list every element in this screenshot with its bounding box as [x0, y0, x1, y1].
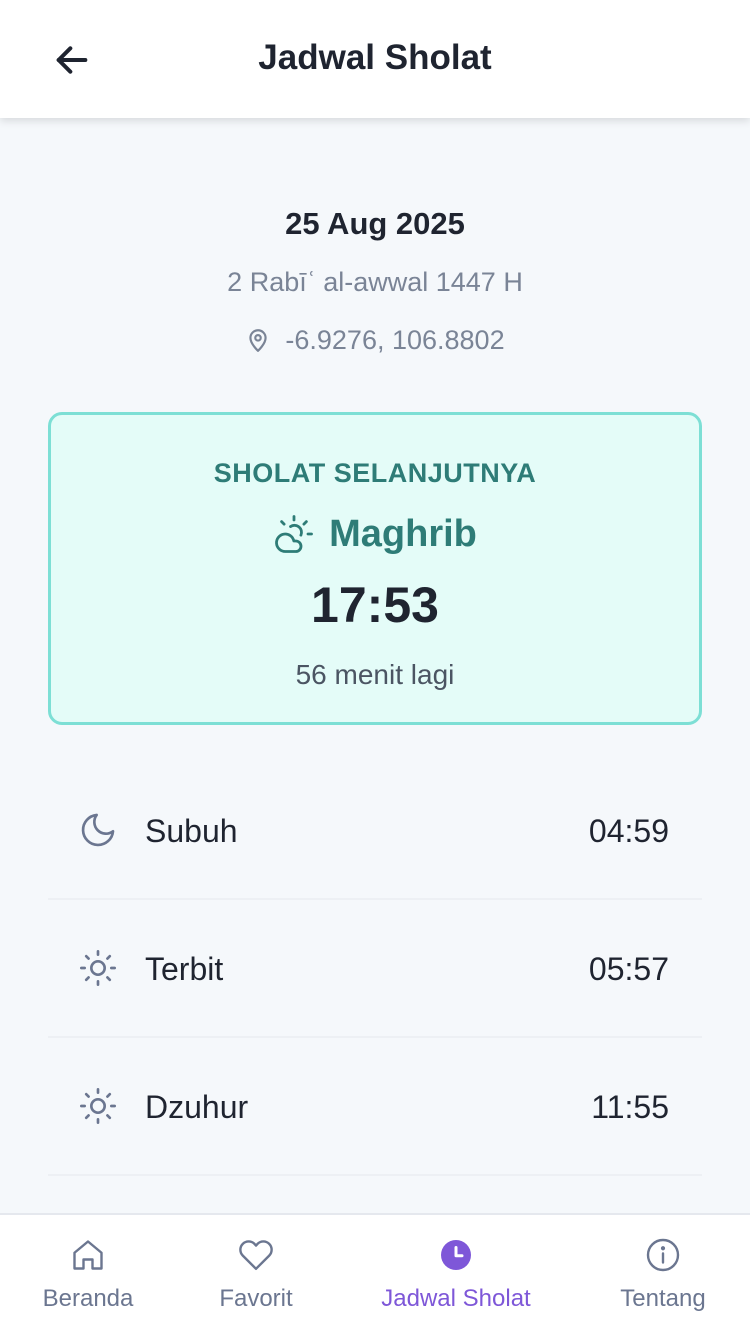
- page-title: Jadwal Sholat: [258, 38, 492, 77]
- clock-icon: [441, 1240, 471, 1270]
- prayer-time: 05:57: [588, 951, 669, 987]
- hijri-date: 2 Rabīʿ al-awwal 1447 H: [227, 267, 523, 297]
- nav-item-tentang[interactable]: Tentang: [593, 1215, 733, 1333]
- bottom-navigation: Beranda Favorit Jadwal Sholat Tentang: [0, 1213, 750, 1333]
- next-prayer-label: SHOLAT SELANJUTNYA: [213, 458, 537, 488]
- prayer-row-terbit: Terbit 05:57: [48, 900, 702, 1038]
- next-prayer-name-row: Maghrib: [51, 509, 699, 559]
- moon-icon: [81, 813, 115, 847]
- nav-label: Favorit: [219, 1285, 293, 1312]
- sun-icon: [80, 1088, 116, 1124]
- nav-label: Beranda: [42, 1285, 134, 1312]
- prayer-row-subuh: Subuh 04:59: [48, 762, 702, 900]
- nav-label: Tentang: [620, 1285, 706, 1312]
- heart-icon: [239, 1240, 273, 1270]
- app-screen: Jadwal Sholat 25 Aug 2025 2 Rabīʿ al-aww…: [0, 0, 750, 1333]
- home-icon: [73, 1240, 103, 1270]
- next-prayer-name: Maghrib: [329, 513, 477, 555]
- next-prayer-card: SHOLAT SELANJUTNYA Maghrib 17:53 56 meni…: [48, 412, 702, 725]
- prayer-row-dzuhur: Dzuhur 11:55: [48, 1038, 702, 1176]
- info-icon: [646, 1238, 680, 1272]
- nav-label: Jadwal Sholat: [381, 1285, 531, 1312]
- app-header: Jadwal Sholat: [0, 0, 750, 118]
- date-info: 25 Aug 2025 2 Rabīʿ al-awwal 1447 H -6.9…: [0, 200, 750, 360]
- gregorian-date: 25 Aug 2025: [285, 206, 465, 241]
- nav-item-beranda[interactable]: Beranda: [18, 1215, 158, 1333]
- next-prayer-time: 17:53: [311, 577, 439, 633]
- nav-item-jadwal-sholat[interactable]: Jadwal Sholat: [360, 1215, 552, 1333]
- map-pin-icon: [249, 329, 268, 352]
- cloud-sun-icon: [275, 515, 314, 553]
- sun-icon: [80, 950, 116, 986]
- prayer-name: Dzuhur: [145, 1089, 249, 1125]
- prayer-times-list: Subuh 04:59 Terbit 05:57 Dzuhur 11:55: [48, 762, 702, 1176]
- prayer-time: 04:59: [588, 813, 669, 849]
- location-coordinates: -6.9276, 106.8802: [285, 325, 505, 355]
- prayer-name: Subuh: [145, 813, 238, 849]
- next-prayer-countdown: 56 menit lagi: [295, 659, 455, 690]
- nav-item-favorit[interactable]: Favorit: [186, 1215, 326, 1333]
- prayer-name: Terbit: [145, 951, 224, 987]
- location-row: -6.9276, 106.8802: [0, 320, 750, 360]
- prayer-time: 11:55: [591, 1089, 669, 1125]
